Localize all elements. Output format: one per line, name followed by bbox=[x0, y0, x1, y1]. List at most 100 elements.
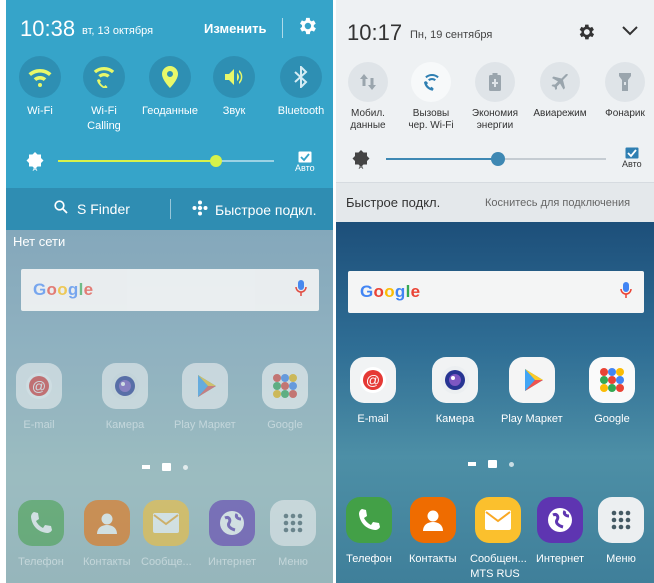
toggle-location[interactable]: Геоданные bbox=[138, 56, 202, 119]
s-finder-button[interactable]: S Finder bbox=[54, 200, 130, 217]
status-time: 10:17 bbox=[347, 20, 403, 45]
toggle-flashlight[interactable]: Фонарик bbox=[596, 62, 654, 120]
google-logo: Google bbox=[33, 280, 94, 299]
brightness-auto-icon: A bbox=[24, 150, 46, 177]
app-phone[interactable]: Телефон bbox=[18, 500, 64, 568]
brightness-slider-thumb[interactable] bbox=[491, 152, 506, 166]
auto-label: Авто bbox=[622, 159, 642, 169]
app-internet[interactable]: Интернет bbox=[536, 497, 584, 565]
briefing-page-icon bbox=[142, 465, 150, 469]
brightness-slider[interactable] bbox=[58, 160, 274, 162]
settings-gear-icon[interactable] bbox=[296, 15, 318, 42]
app-camera[interactable]: Камера bbox=[102, 363, 148, 431]
search-icon bbox=[54, 200, 68, 217]
notification-panel: 10:38 вт, 13 октября Изменить Wi-Fi Wi-F… bbox=[6, 0, 333, 230]
google-logo: Google bbox=[360, 282, 421, 301]
phone-icon bbox=[346, 497, 392, 543]
brightness-auto-icon: A bbox=[350, 148, 372, 175]
messages-icon bbox=[143, 500, 190, 546]
quick-connect-hint: Коснитесь для подключения bbox=[485, 197, 631, 209]
app-label: Интернет bbox=[208, 556, 256, 568]
contacts-icon bbox=[83, 500, 130, 546]
quick-connect-button[interactable]: Быстрое подкл. bbox=[192, 200, 316, 219]
app-messages[interactable]: Сообщен... bbox=[470, 497, 527, 565]
toggle-label: Звук bbox=[222, 105, 246, 117]
page-indicator[interactable] bbox=[468, 460, 514, 468]
app-label: Play Маркет bbox=[501, 413, 563, 425]
toggle-wifi[interactable]: Wi-Fi bbox=[18, 56, 62, 119]
quick-connect-bar[interactable]: Быстрое подкл. Коснитесь для подключения bbox=[336, 182, 654, 222]
app-email[interactable]: @ E-mail bbox=[350, 357, 396, 425]
page-indicator[interactable] bbox=[142, 463, 188, 471]
app-internet[interactable]: Интернет bbox=[208, 500, 256, 568]
google-folder-icon bbox=[589, 357, 635, 403]
toggle-label: Геоданные bbox=[142, 105, 198, 117]
app-label: Сообщен... bbox=[470, 553, 527, 565]
microphone-icon[interactable] bbox=[295, 279, 307, 302]
page-dot bbox=[509, 461, 514, 467]
brightness-slider-thumb[interactable] bbox=[209, 155, 222, 167]
app-label: Google bbox=[594, 413, 630, 425]
google-search-bar[interactable]: Google bbox=[21, 269, 319, 311]
microphone-icon[interactable] bbox=[620, 281, 632, 304]
carrier-label: MTS RUS bbox=[470, 568, 520, 580]
toggle-bluetooth[interactable]: Bluetooth bbox=[270, 56, 332, 119]
app-phone[interactable]: Телефон bbox=[346, 497, 392, 565]
app-label: Меню bbox=[278, 556, 308, 568]
contacts-icon bbox=[409, 497, 456, 543]
toggle-label: Экономия энергии bbox=[471, 108, 519, 131]
apps-menu-icon bbox=[598, 497, 644, 543]
google-search-bar[interactable]: Google bbox=[348, 271, 644, 313]
toggle-mobile-data[interactable]: Мобил. данные bbox=[340, 62, 396, 132]
app-messages[interactable]: Сообще... bbox=[141, 500, 192, 568]
apps-menu-icon bbox=[270, 500, 316, 546]
app-label: Телефон bbox=[18, 556, 64, 568]
svg-text:@: @ bbox=[32, 378, 46, 394]
app-label: Камера bbox=[105, 419, 145, 431]
app-google-folder[interactable]: Google bbox=[589, 357, 635, 425]
status-time: 10:38 bbox=[20, 16, 76, 41]
quick-connect-label: Быстрое подкл. bbox=[215, 201, 317, 218]
auto-label: Авто bbox=[295, 163, 315, 173]
quick-connect-title: Быстрое подкл. bbox=[346, 195, 441, 210]
internet-icon bbox=[537, 497, 583, 543]
wifi-calling-icon bbox=[83, 56, 125, 98]
messages-icon bbox=[475, 497, 522, 543]
toggle-wifi-calling[interactable]: Wi-Fi Calling bbox=[76, 56, 132, 134]
page-dot bbox=[183, 464, 188, 470]
app-google-folder[interactable]: Google bbox=[262, 363, 308, 431]
app-play-store[interactable]: Play Маркет bbox=[174, 363, 236, 431]
svg-text:@: @ bbox=[366, 372, 380, 388]
bottom-divider bbox=[170, 199, 171, 219]
app-email[interactable]: @ E-mail bbox=[16, 363, 62, 431]
toggle-sound[interactable]: Звук bbox=[212, 56, 256, 119]
notification-panel: 10:17 Пн, 19 сентября Мобил. данные Вызо… bbox=[336, 0, 654, 222]
toggle-label: Фонарик bbox=[605, 108, 645, 119]
toggle-power-saving[interactable]: Экономия энергии bbox=[464, 62, 526, 132]
auto-brightness-checkbox[interactable]: Авто bbox=[295, 151, 315, 173]
app-label: Меню bbox=[606, 553, 636, 565]
toggle-wifi-calling[interactable]: Вызовы чер. Wi-Fi bbox=[402, 62, 460, 132]
toggle-airplane-mode[interactable]: Авиарежим bbox=[529, 62, 591, 120]
toggle-label: Авиарежим bbox=[533, 108, 587, 119]
chevron-down-icon[interactable] bbox=[621, 24, 639, 42]
flashlight-icon bbox=[605, 62, 645, 102]
app-apps-menu[interactable]: Меню bbox=[598, 497, 644, 565]
app-label: Контакты bbox=[409, 553, 457, 565]
app-label: Контакты bbox=[83, 556, 131, 568]
svg-text:A: A bbox=[33, 166, 38, 172]
app-contacts[interactable]: Контакты bbox=[83, 500, 131, 568]
edit-button[interactable]: Изменить bbox=[204, 21, 267, 36]
quick-connect-icon bbox=[192, 200, 208, 219]
right-phone-screen: 10:17 Пн, 19 сентября Мобил. данные Вызо… bbox=[336, 0, 654, 583]
app-apps-menu[interactable]: Меню bbox=[270, 500, 316, 568]
settings-gear-icon[interactable] bbox=[576, 22, 596, 47]
sound-icon bbox=[213, 56, 255, 98]
app-contacts[interactable]: Контакты bbox=[409, 497, 457, 565]
app-camera[interactable]: Камера bbox=[432, 357, 478, 425]
auto-brightness-checkbox[interactable]: Авто bbox=[622, 147, 642, 169]
email-icon: @ bbox=[16, 363, 62, 409]
app-play-store[interactable]: Play Маркет bbox=[501, 357, 563, 425]
app-label: Play Маркет bbox=[174, 419, 236, 431]
toggle-label: Wi-Fi Calling bbox=[87, 105, 121, 132]
